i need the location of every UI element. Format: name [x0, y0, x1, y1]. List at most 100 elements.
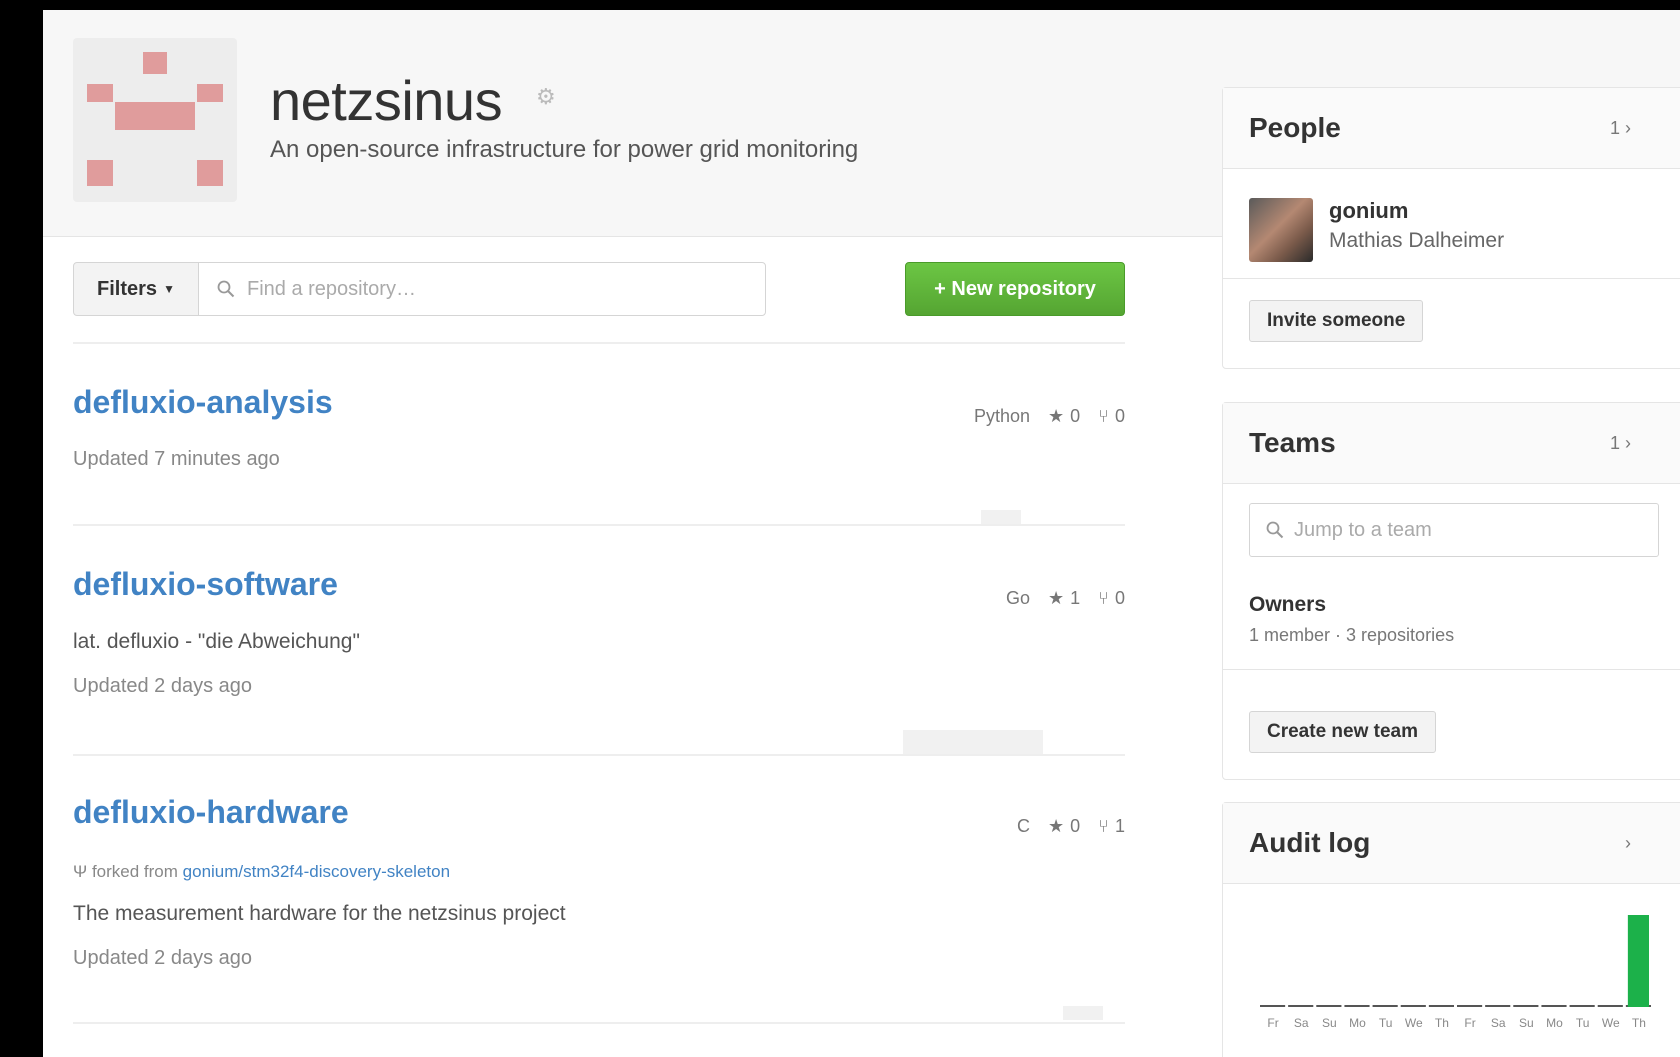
- audit-day-label: Tu: [1576, 1016, 1590, 1030]
- activity-sparkline: [1063, 1006, 1103, 1020]
- star-icon: ★: [1048, 406, 1065, 426]
- audit-day-label: Tu: [1379, 1016, 1393, 1030]
- repo-link[interactable]: defluxio-analysis: [73, 384, 333, 421]
- repo-updated: Updated 2 days ago: [73, 947, 253, 969]
- avatar-pixel: [143, 52, 167, 74]
- audit-day-label: Su: [1322, 1016, 1337, 1030]
- repo-updated: Updated 2 days ago: [73, 675, 253, 697]
- stars-stat[interactable]: ★ 0: [1048, 406, 1080, 427]
- fork-count: 1: [1114, 816, 1125, 836]
- teams-header[interactable]: Teams 1 ›: [1223, 403, 1680, 484]
- forked-from: Ψ forked from gonium/stm32f4-discovery-s…: [73, 862, 450, 882]
- repo-language: Go: [1006, 588, 1031, 608]
- audit-day-label: We: [1602, 1016, 1620, 1030]
- create-new-team-button[interactable]: Create new team: [1249, 711, 1437, 753]
- repo-search-input[interactable]: [245, 276, 729, 302]
- audit-baseline-segment: [1372, 1005, 1398, 1007]
- audit-day-label: We: [1405, 1016, 1423, 1030]
- activity-sparkline: [903, 730, 1043, 754]
- audit-baseline-segment: [1260, 1005, 1286, 1007]
- audit-baseline-segment: [1457, 1005, 1483, 1007]
- divider: [73, 754, 1125, 756]
- repo-language: C: [1017, 816, 1031, 836]
- people-header[interactable]: People 1 ›: [1223, 88, 1680, 169]
- star-count: 1: [1070, 588, 1081, 608]
- people-count-value: 1: [1609, 118, 1620, 138]
- divider: [1223, 669, 1680, 670]
- star-icon: ★: [1048, 588, 1065, 608]
- divider: [1223, 278, 1680, 279]
- audit-baseline-segment: [1597, 1005, 1623, 1007]
- repo-search[interactable]: [198, 262, 766, 316]
- team-name[interactable]: Owners: [1249, 593, 1326, 617]
- forks-stat[interactable]: ⑂ 1: [1098, 816, 1125, 837]
- new-repository-button[interactable]: + New repository: [905, 262, 1125, 316]
- audit-day-label: Mo: [1546, 1016, 1563, 1030]
- member-avatar[interactable]: [1249, 198, 1313, 262]
- team-search-input[interactable]: [1292, 517, 1656, 543]
- caret-down-icon: ▼: [163, 282, 175, 296]
- avatar-pixel: [115, 102, 195, 130]
- star-count: 0: [1070, 816, 1081, 836]
- audit-baseline-segment: [1485, 1005, 1511, 1007]
- fork-icon: Ψ: [73, 862, 88, 881]
- avatar-pixel: [197, 84, 223, 102]
- fork-count: 0: [1114, 406, 1125, 426]
- fork-count: 0: [1114, 588, 1125, 608]
- invite-someone-button[interactable]: Invite someone: [1249, 300, 1424, 342]
- audit-day-label: Su: [1519, 1016, 1534, 1030]
- member-login[interactable]: gonium: [1329, 198, 1408, 224]
- fork-icon: ⑂: [1098, 588, 1109, 608]
- audit-baseline-segment: [1316, 1005, 1342, 1007]
- repo-link[interactable]: defluxio-software: [73, 566, 338, 603]
- avatar-pixel: [87, 160, 113, 186]
- chevron-right-icon: ›: [1625, 433, 1631, 453]
- repo-updated: Updated 7 minutes ago: [73, 448, 280, 470]
- activity-sparkline: [981, 510, 1021, 524]
- audit-baseline-segment: [1400, 1005, 1426, 1007]
- filters-button[interactable]: Filters ▼: [73, 262, 199, 316]
- audit-baseline-segment: [1541, 1005, 1567, 1007]
- org-description: An open-source infrastructure for power …: [270, 136, 859, 163]
- divider: [73, 524, 1125, 526]
- repo-stats: Python ★ 0 ⑂ 0: [974, 406, 1125, 427]
- org-page: netzsinus ⚙ An open-source infrastructur…: [43, 10, 1680, 1057]
- avatar-pixel: [87, 84, 113, 102]
- chevron-right-icon: ›: [1625, 118, 1631, 138]
- divider: [73, 342, 1125, 344]
- teams-panel: Teams 1 › Owners 1 member · 3 repositori…: [1222, 402, 1680, 780]
- audit-baseline-segment: [1569, 1005, 1595, 1007]
- avatar-pixel: [197, 160, 223, 186]
- forks-stat[interactable]: ⑂ 0: [1098, 406, 1125, 427]
- fork-icon: ⑂: [1098, 406, 1109, 426]
- repo-language: Python: [973, 406, 1031, 426]
- audit-day-label: Th: [1632, 1016, 1646, 1030]
- repo-stats: Go ★ 1 ⑂ 0: [1006, 588, 1125, 609]
- repo-stats: C ★ 0 ⑂ 1: [1017, 816, 1125, 837]
- people-count: 1 ›: [1610, 118, 1631, 139]
- audit-day-label: Th: [1435, 1016, 1449, 1030]
- divider: [73, 1022, 1125, 1024]
- forked-from-link[interactable]: gonium/stm32f4-discovery-skeleton: [183, 862, 450, 881]
- audit-day-label: Mo: [1349, 1016, 1366, 1030]
- team-meta: 1 member · 3 repositories: [1249, 625, 1455, 645]
- people-title: People: [1249, 112, 1341, 143]
- audit-day-label: Sa: [1491, 1016, 1506, 1030]
- forked-prefix: forked from: [91, 862, 178, 881]
- stars-stat[interactable]: ★ 0: [1048, 816, 1080, 837]
- star-icon: ★: [1048, 816, 1065, 836]
- search-icon: [217, 280, 235, 298]
- star-count: 0: [1070, 406, 1081, 426]
- repo-description: lat. defluxio - "die Abweichung": [73, 630, 360, 653]
- org-avatar[interactable]: [73, 38, 237, 202]
- audit-day-label: Fr: [1267, 1016, 1278, 1030]
- audit-activity-chart: Fr Sa Su Mo Tu We Th Fr Sa Su Mo Tu We Th: [1260, 915, 1651, 1030]
- team-search[interactable]: [1249, 503, 1659, 557]
- forks-stat[interactable]: ⑂ 0: [1098, 588, 1125, 609]
- gear-icon[interactable]: ⚙: [536, 84, 556, 110]
- teams-title: Teams: [1249, 427, 1336, 458]
- member-full-name: Mathias Dalheimer: [1329, 229, 1505, 252]
- repo-link[interactable]: defluxio-hardware: [73, 794, 349, 831]
- audit-bar[interactable]: [1627, 915, 1649, 1007]
- stars-stat[interactable]: ★ 1: [1048, 588, 1080, 609]
